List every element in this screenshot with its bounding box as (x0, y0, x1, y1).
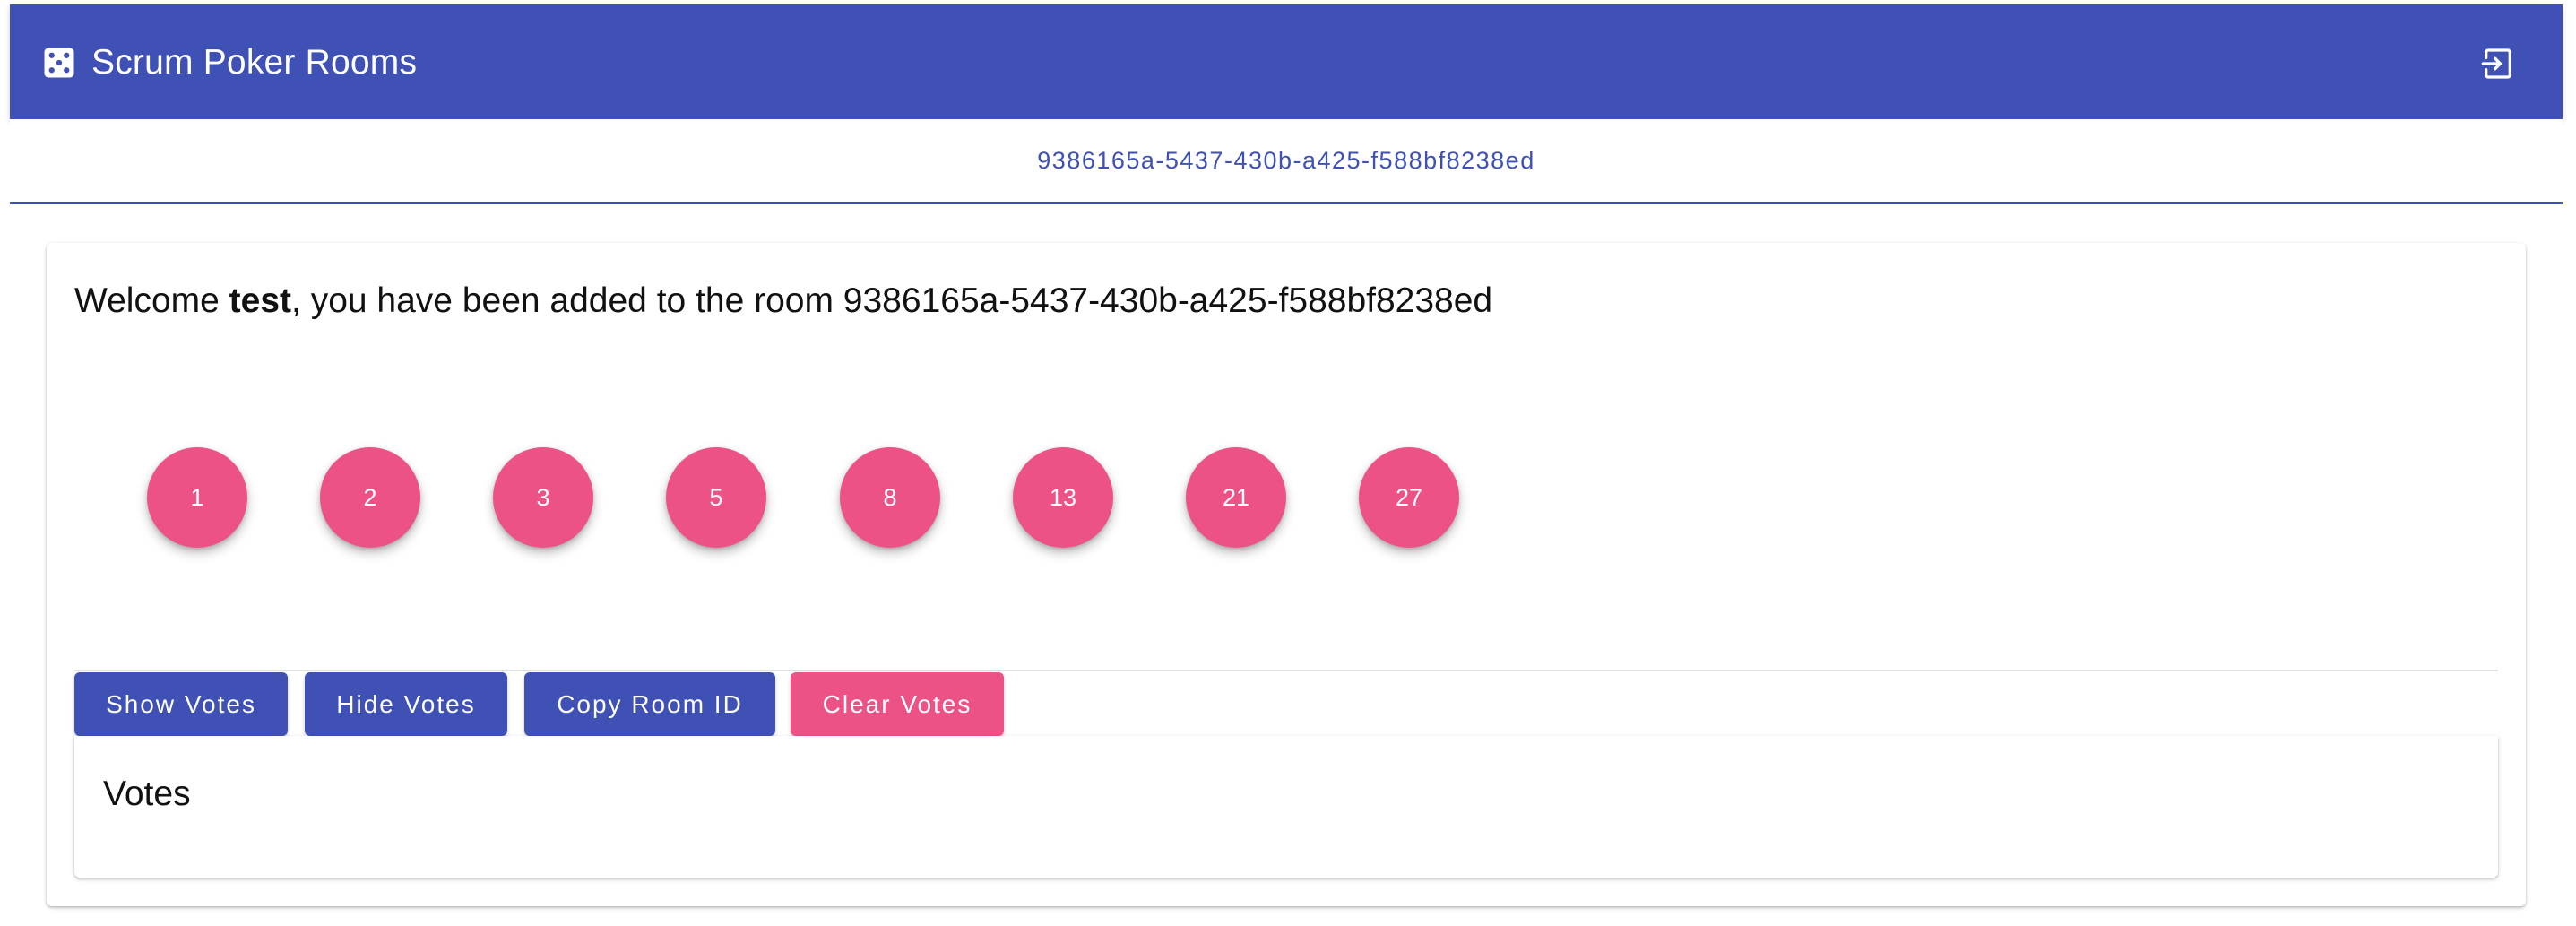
hide-votes-button[interactable]: Hide Votes (305, 672, 507, 736)
vote-card-button[interactable]: 2 (320, 447, 420, 548)
clear-votes-button[interactable]: Clear Votes (791, 672, 1004, 736)
welcome-suffix: , you have been added to the room 938616… (291, 281, 1493, 320)
vote-card-button[interactable]: 3 (493, 447, 593, 548)
welcome-username: test (229, 281, 292, 320)
vote-card-button[interactable]: 27 (1359, 447, 1459, 548)
app-title: Scrum Poker Rooms (91, 43, 418, 82)
welcome-prefix: Welcome (74, 281, 229, 320)
vote-card-button[interactable]: 13 (1013, 447, 1113, 548)
logout-icon[interactable] (2480, 46, 2516, 82)
vote-card-button[interactable]: 5 (666, 447, 766, 548)
vote-card-list: 1 2 3 5 8 13 21 27 (47, 447, 2526, 548)
welcome-message: Welcome test, you have been added to the… (74, 279, 1492, 324)
divider (74, 670, 2498, 671)
page: Scrum Poker Rooms 9386165a-5437-430b-a42… (0, 0, 2576, 926)
dice-icon (44, 48, 74, 78)
votes-title: Votes (103, 775, 191, 813)
app-bar: Scrum Poker Rooms (10, 4, 2563, 119)
vote-card-button[interactable]: 1 (147, 447, 247, 548)
vote-card-button[interactable]: 21 (1186, 447, 1286, 548)
copy-room-id-button[interactable]: Copy Room ID (524, 672, 775, 736)
tab-room[interactable]: 9386165a-5437-430b-a425-f588bf8238ed (10, 119, 2563, 202)
vote-card-button[interactable]: 8 (840, 447, 940, 548)
room-tabs: 9386165a-5437-430b-a425-f588bf8238ed (10, 119, 2563, 204)
room-card: Welcome test, you have been added to the… (47, 243, 2526, 906)
show-votes-button[interactable]: Show Votes (74, 672, 288, 736)
votes-panel: Votes (74, 736, 2498, 878)
